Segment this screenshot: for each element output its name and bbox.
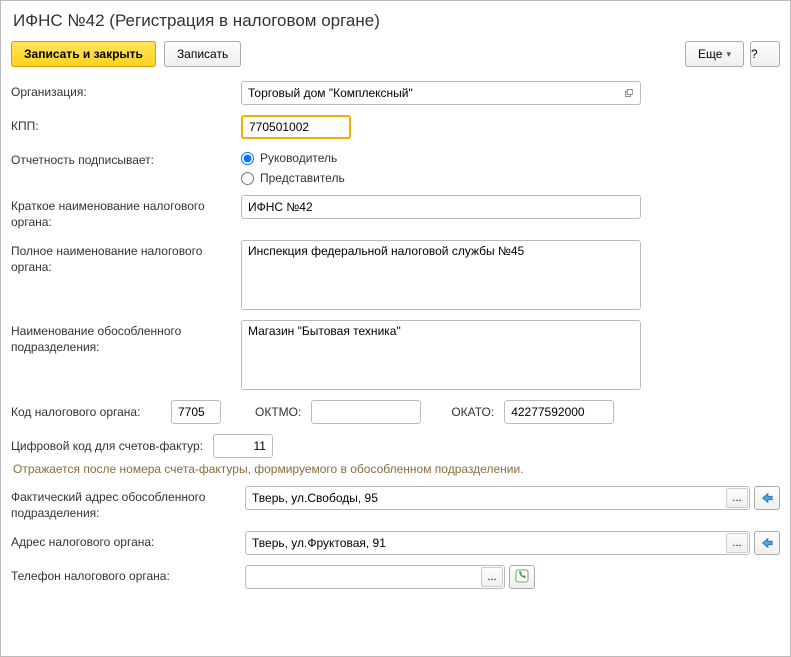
digital-code-input[interactable] <box>213 434 273 458</box>
okato-label: ОКАТО: <box>451 405 494 419</box>
signer-head-radio-input[interactable] <box>241 152 254 165</box>
signer-head-label: Руководитель <box>260 151 337 165</box>
open-ref-icon[interactable] <box>619 83 639 103</box>
tax-addr-dots-button[interactable]: ... <box>726 533 748 553</box>
help-button[interactable]: ? <box>750 41 780 67</box>
phone-icon <box>515 569 529 586</box>
short-name-input[interactable] <box>241 195 641 219</box>
phone-input[interactable] <box>245 565 505 589</box>
kpp-input[interactable] <box>241 115 351 139</box>
oktmo-input[interactable] <box>311 400 421 424</box>
digital-code-label: Цифровой код для счетов-фактур: <box>11 439 203 453</box>
tax-addr-copy-button[interactable] <box>754 531 780 555</box>
full-name-input[interactable]: Инспекция федеральной налоговой службы №… <box>241 240 641 310</box>
oktmo-label: ОКТМО: <box>255 405 301 419</box>
tax-code-input[interactable] <box>171 400 221 424</box>
signer-rep-radio[interactable]: Представитель <box>241 171 345 185</box>
unit-name-input[interactable]: Магазин "Бытовая техника" <box>241 320 641 390</box>
fact-addr-input[interactable] <box>245 486 750 510</box>
okato-input[interactable] <box>504 400 614 424</box>
org-label: Организация: <box>11 81 241 101</box>
unit-name-label: Наименование обособленного подразделения… <box>11 320 241 355</box>
org-input[interactable] <box>241 81 641 105</box>
kpp-label: КПП: <box>11 115 241 135</box>
phone-call-button[interactable] <box>509 565 535 589</box>
toolbar: Записать и закрыть Записать Еще ▾ ? <box>11 41 780 67</box>
phone-dots-button[interactable]: ... <box>481 567 503 587</box>
signer-head-radio[interactable]: Руководитель <box>241 151 345 165</box>
page-title: ИФНС №42 (Регистрация в налоговом органе… <box>13 11 780 31</box>
window: ИФНС №42 (Регистрация в налоговом органе… <box>0 0 791 657</box>
signer-label: Отчетность подписывает: <box>11 149 241 169</box>
tax-addr-input[interactable] <box>245 531 750 555</box>
chevron-down-icon: ▾ <box>726 49 731 60</box>
fact-addr-label: Фактический адрес обособленного подразде… <box>11 486 241 521</box>
fact-addr-copy-button[interactable] <box>754 486 780 510</box>
tax-addr-label: Адрес налогового органа: <box>11 531 241 551</box>
short-name-label: Краткое наименование налогового органа: <box>11 195 241 230</box>
digital-code-hint: Отражается после номера счета-фактуры, ф… <box>13 462 780 476</box>
save-and-close-button[interactable]: Записать и закрыть <box>11 41 156 67</box>
more-button-label: Еще <box>698 47 722 61</box>
fact-addr-dots-button[interactable]: ... <box>726 488 748 508</box>
signer-rep-radio-input[interactable] <box>241 172 254 185</box>
tax-code-label: Код налогового органа: <box>11 405 161 419</box>
signer-rep-label: Представитель <box>260 171 345 185</box>
more-button[interactable]: Еще ▾ <box>685 41 744 67</box>
phone-label: Телефон налогового органа: <box>11 565 241 585</box>
full-name-label: Полное наименование налогового органа: <box>11 240 241 275</box>
save-button[interactable]: Записать <box>164 41 241 67</box>
